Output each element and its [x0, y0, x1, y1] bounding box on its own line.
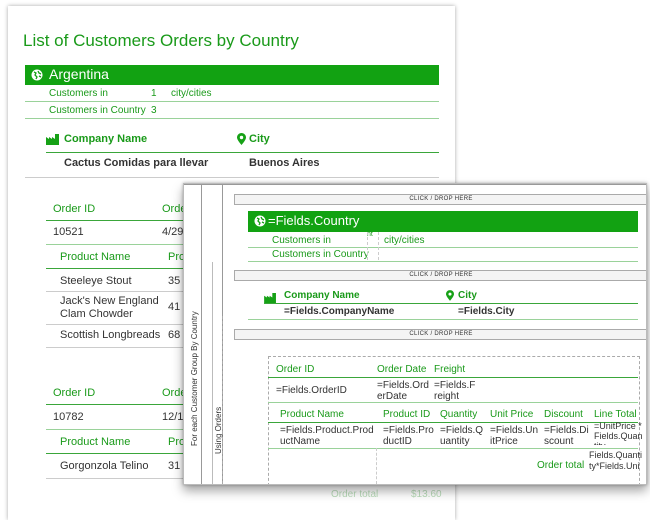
using-orders-label: Using Orders — [214, 406, 223, 454]
discount-header: Discount — [544, 409, 583, 420]
customers-in-country-value: 3 — [151, 105, 157, 116]
product-name-field[interactable]: =Fields.Product.ProductName — [280, 425, 376, 447]
click-drop-zone[interactable]: CLICK / DROP HERE — [234, 194, 646, 205]
click-drop-zone[interactable]: CLICK / DROP HERE — [234, 270, 646, 281]
quantity-header: Quantity — [440, 409, 478, 420]
company-name-header: Company Name — [64, 133, 148, 145]
report-designer-view[interactable]: For each Customer Group By Country Using… — [183, 183, 647, 485]
order-id-header: Order ID — [276, 364, 315, 375]
customers-in-unit: city/cities — [384, 235, 425, 246]
product-name-cell: Scottish Longbreads — [60, 329, 161, 341]
line-total-field[interactable]: =UnitPrice *Fields.Quantity — [594, 421, 644, 445]
product-id-field[interactable]: =Fields.ProductID — [383, 425, 435, 447]
unit-price-field[interactable]: =Fields.UnitPrice — [490, 425, 540, 447]
factory-icon — [46, 134, 59, 145]
click-drop-zone[interactable]: CLICK / DROP HERE — [234, 329, 646, 340]
order-id-header: Order ID — [53, 387, 96, 399]
company-name-value: Cactus Comidas para llevar — [64, 157, 209, 169]
product-id-cell: 31 — [168, 460, 181, 472]
city-field[interactable]: =Fields.City — [458, 306, 514, 317]
globe-icon — [254, 215, 266, 227]
quantity-field[interactable]: =Fields.Quantity — [440, 425, 488, 447]
map-pin-icon — [237, 133, 246, 145]
product-name-cell: Jack's New England Clam Chowder — [60, 295, 159, 320]
country-header-bar: Argentina — [25, 65, 439, 85]
discount-field[interactable]: =Fields.Discount — [544, 425, 590, 447]
product-name-cell: Steeleye Stout — [60, 275, 132, 287]
product-id-header: Product ID — [383, 409, 431, 420]
order-date-field[interactable]: =Fields.OrderDate — [377, 380, 431, 402]
city-value: Buenos Aires — [249, 157, 320, 169]
product-name-header: Product Name — [60, 251, 131, 263]
product-id-cell: 35 — [168, 275, 181, 287]
order-total-label: Order total — [331, 489, 379, 500]
customers-in-label: Customers in — [272, 235, 331, 246]
customers-in-unit: city/cities — [171, 88, 212, 99]
product-id-cell: 41 — [168, 301, 181, 313]
customers-in-country-label: Customers in Country — [272, 249, 369, 260]
order-id-header: Order ID — [53, 203, 96, 215]
company-name-field[interactable]: =Fields.CompanyName — [284, 306, 394, 317]
line-total-header: Line Total — [594, 409, 637, 420]
unit-price-header: Unit Price — [490, 409, 534, 420]
freight-field[interactable]: =Fields.Freight — [434, 380, 478, 402]
customers-in-value: 1 — [151, 88, 157, 99]
freight-header: Freight — [434, 364, 466, 375]
city-header: City — [458, 290, 477, 301]
map-pin-icon — [446, 290, 454, 301]
product-id-cell: 68 — [168, 329, 181, 341]
customers-in-label: Customers in — [49, 88, 108, 99]
company-name-header: Company Name — [284, 290, 360, 301]
factory-icon — [264, 293, 276, 303]
group-label: For each Customer Group By Country — [190, 311, 199, 446]
customers-in-country-label: Customers in Country — [49, 105, 146, 116]
order-total-field[interactable]: Fields.Quantity*Fields.Uni — [589, 450, 644, 480]
country-field-bar[interactable]: =Fields.Country — [248, 211, 638, 232]
country-field: =Fields.Country — [268, 213, 360, 228]
country-name: Argentina — [49, 66, 109, 82]
order-date-header: Order Date — [377, 364, 427, 375]
report-title: List of Customers Orders by Country — [23, 31, 299, 50]
order-id-value: 10521 — [53, 226, 84, 238]
order-id-field[interactable]: =Fields.OrderID — [276, 385, 347, 396]
order-total-value: $13.60 — [411, 489, 442, 500]
product-name-header: Product Name — [60, 436, 131, 448]
city-header: City — [249, 133, 270, 145]
product-name-cell: Gorgonzola Telino — [60, 460, 149, 472]
order-total-label: Order total — [537, 460, 585, 471]
order-id-value: 10782 — [53, 411, 84, 423]
globe-icon — [31, 69, 43, 81]
product-name-header: Product Name — [280, 409, 344, 420]
